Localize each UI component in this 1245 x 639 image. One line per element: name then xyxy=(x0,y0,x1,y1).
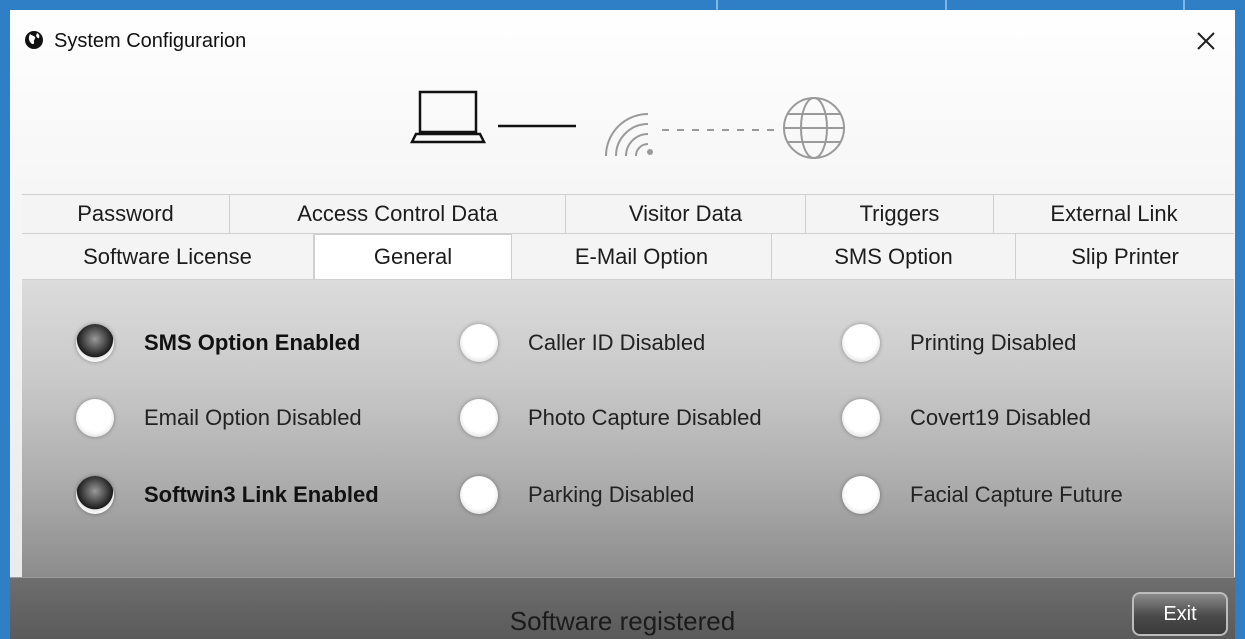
option-label: Email Option Disabled xyxy=(144,405,362,430)
option-label: SMS Option Enabled xyxy=(144,330,361,355)
system-configuration-window: System Configurarion Password Access Con… xyxy=(0,0,1245,639)
radio-button[interactable] xyxy=(842,399,880,437)
tab-slip-printer[interactable]: Slip Printer xyxy=(1016,234,1234,279)
option-label: Caller ID Disabled xyxy=(528,330,706,355)
wifi-icon xyxy=(605,113,653,157)
radio-button[interactable] xyxy=(460,399,498,437)
radio-button[interactable] xyxy=(76,399,114,437)
general-tab-panel: SMS Option Enabled Email Option Disabled… xyxy=(22,280,1234,577)
tab-sms-option[interactable]: SMS Option xyxy=(772,234,1016,279)
desktop-background-strip xyxy=(0,0,1245,10)
option-label: Printing Disabled xyxy=(910,330,1077,355)
tab-row-bottom: Software License General E-Mail Option S… xyxy=(22,234,1234,280)
tab-email-option[interactable]: E-Mail Option xyxy=(512,234,772,279)
option-label: Photo Capture Disabled xyxy=(528,405,762,430)
tab-visitor-data[interactable]: Visitor Data xyxy=(566,195,806,233)
window-right-edge xyxy=(1235,0,1245,639)
tab-software-license[interactable]: Software License xyxy=(22,234,314,279)
option-label: Facial Capture Future xyxy=(910,482,1123,507)
network-status-graphic xyxy=(410,90,845,159)
option-photo-capture[interactable]: Photo Capture Disabled xyxy=(460,393,762,443)
radio-button-selected[interactable] xyxy=(76,324,114,362)
option-email-option[interactable]: Email Option Disabled xyxy=(76,393,362,443)
globe-icon xyxy=(783,97,845,159)
radio-button-selected[interactable] xyxy=(76,476,114,514)
option-caller-id[interactable]: Caller ID Disabled xyxy=(460,318,705,368)
status-bar: Software registered Exit xyxy=(10,577,1235,639)
radio-button[interactable] xyxy=(460,476,498,514)
configuration-tabs: Password Access Control Data Visitor Dat… xyxy=(22,194,1234,280)
option-covert19[interactable]: Covert19 Disabled xyxy=(842,393,1091,443)
option-printing[interactable]: Printing Disabled xyxy=(842,318,1076,368)
option-softwin3-link[interactable]: Softwin3 Link Enabled xyxy=(76,470,379,520)
title-bar: System Configurarion xyxy=(10,10,1235,70)
globe-icon xyxy=(25,31,43,49)
tab-general[interactable]: General xyxy=(314,234,512,279)
option-sms-option[interactable]: SMS Option Enabled xyxy=(76,318,360,368)
option-parking[interactable]: Parking Disabled xyxy=(460,470,694,520)
option-label: Covert19 Disabled xyxy=(910,405,1091,430)
laptop-icon xyxy=(410,90,487,144)
option-label: Softwin3 Link Enabled xyxy=(144,482,379,507)
tab-password[interactable]: Password xyxy=(22,195,230,233)
option-facial-capture[interactable]: Facial Capture Future xyxy=(842,470,1123,520)
tab-triggers[interactable]: Triggers xyxy=(806,195,994,233)
tab-access-control-data[interactable]: Access Control Data xyxy=(230,195,566,233)
tab-row-top: Password Access Control Data Visitor Dat… xyxy=(22,194,1234,234)
radio-button[interactable] xyxy=(842,324,880,362)
option-label: Parking Disabled xyxy=(528,482,695,507)
exit-button[interactable]: Exit xyxy=(1132,592,1228,636)
close-icon[interactable] xyxy=(1189,24,1223,58)
window-title: System Configurarion xyxy=(54,30,247,52)
tab-external-link[interactable]: External Link xyxy=(994,195,1234,233)
registration-status: Software registered xyxy=(509,606,736,636)
window-left-edge xyxy=(0,0,10,639)
radio-button[interactable] xyxy=(842,476,880,514)
radio-button[interactable] xyxy=(460,324,498,362)
